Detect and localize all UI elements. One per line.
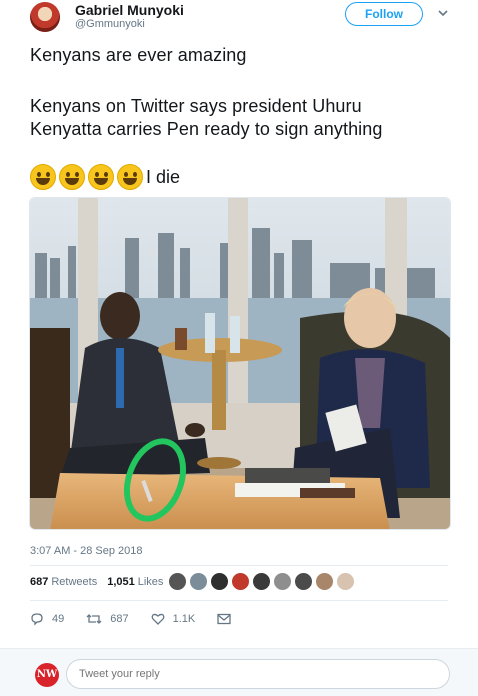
tweet-header: Gabriel Munyoki @Gmmunyoki Follow	[0, 0, 478, 40]
liker-avatar[interactable]	[210, 572, 229, 591]
likes-stat[interactable]: 1,051 Likes	[107, 576, 163, 588]
liker-avatars	[168, 572, 357, 591]
divider	[30, 600, 448, 601]
like-count: 1.1K	[172, 613, 196, 625]
emoji-row: I die	[30, 163, 180, 191]
chevron-down-icon[interactable]	[436, 6, 450, 20]
user-avatar: NW	[35, 663, 59, 687]
envelope-icon	[217, 613, 231, 625]
tweet-photo[interactable]	[29, 197, 451, 530]
tweet-text-line-3: Kenyatta carries Pen ready to sign anyth…	[30, 119, 383, 139]
liker-avatar[interactable]	[315, 572, 334, 591]
photo-illustration	[30, 198, 450, 529]
liker-avatar[interactable]	[294, 572, 313, 591]
grinning-emoji-icon	[30, 164, 56, 190]
tweet-actions: 49 687 1.1K	[30, 612, 261, 626]
reply-count: 49	[52, 613, 65, 625]
follow-button[interactable]: Follow	[345, 2, 423, 26]
tweet-timestamp[interactable]: 3:07 AM - 28 Sep 2018	[30, 545, 143, 557]
retweet-action[interactable]: 687	[86, 612, 129, 626]
tweet-text-line-1: Kenyans are ever amazing	[30, 45, 247, 65]
reply-icon	[31, 613, 43, 626]
reply-input[interactable]	[66, 659, 450, 689]
heart-icon	[151, 613, 165, 625]
liker-avatar[interactable]	[252, 572, 271, 591]
retweet-count: 687	[110, 613, 129, 625]
liker-avatar[interactable]	[168, 572, 187, 591]
like-action[interactable]: 1.1K	[151, 612, 196, 626]
emoji-tail-text: I die	[146, 166, 181, 187]
liker-avatar[interactable]	[189, 572, 208, 591]
tweet-text-line-2: Kenyans on Twitter says president Uhuru	[30, 96, 362, 116]
grinning-emoji-icon	[117, 164, 143, 190]
liker-avatar[interactable]	[336, 572, 355, 591]
engagement-stats: 687 Retweets 1,051 Likes	[30, 576, 173, 588]
author-handle[interactable]: @Gmmunyoki	[75, 18, 145, 30]
grinning-emoji-icon	[88, 164, 114, 190]
reply-action[interactable]: 49	[30, 612, 64, 626]
reply-bar: NW	[0, 648, 478, 696]
retweets-stat[interactable]: 687 Retweets	[30, 576, 97, 588]
liker-avatar[interactable]	[231, 572, 250, 591]
divider	[30, 565, 448, 566]
liker-avatar[interactable]	[273, 572, 292, 591]
author-name[interactable]: Gabriel Munyoki	[75, 2, 184, 18]
grinning-emoji-icon	[59, 164, 85, 190]
message-action[interactable]	[217, 613, 239, 625]
author-avatar[interactable]	[30, 2, 60, 32]
retweet-icon	[86, 614, 102, 624]
